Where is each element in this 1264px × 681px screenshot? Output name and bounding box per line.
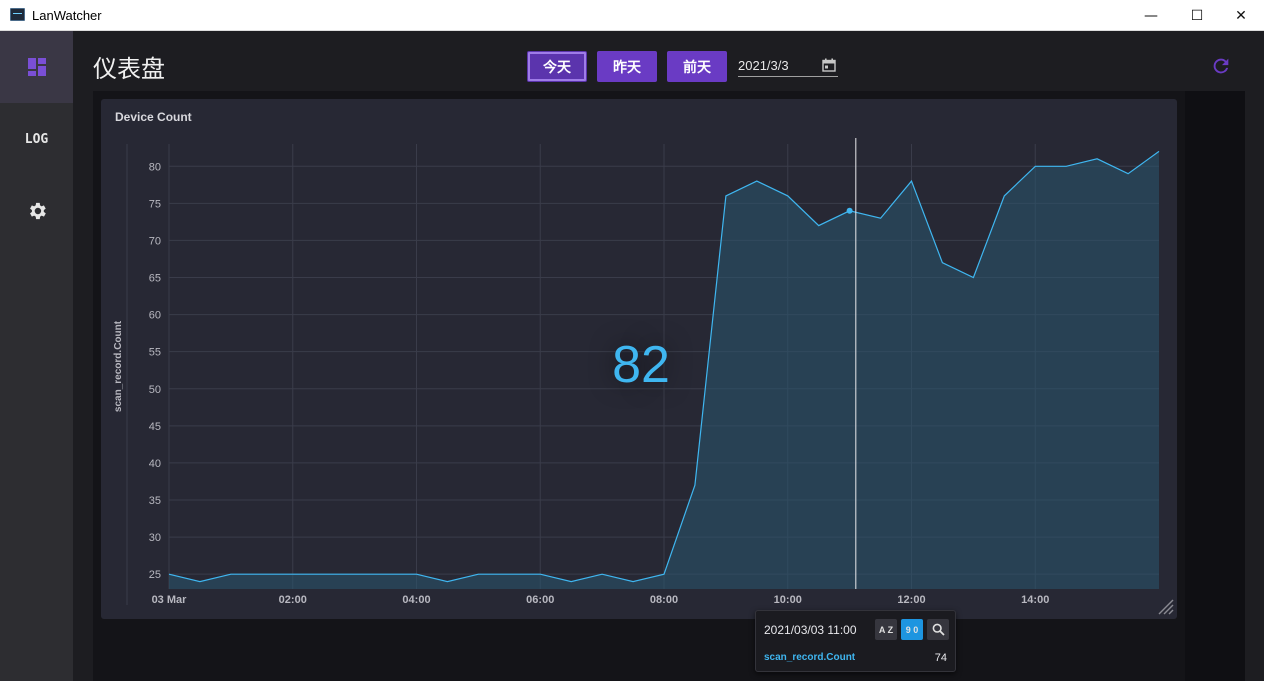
minimize-button[interactable]: — <box>1128 0 1174 31</box>
y-tick-label: 55 <box>149 347 161 359</box>
today-button[interactable]: 今天 <box>527 51 587 82</box>
sidebar-item-log-label: LOG <box>24 131 49 147</box>
y-tick-label: 50 <box>149 384 161 396</box>
x-tick-label: 04:00 <box>402 594 430 606</box>
maximize-button[interactable]: ☐ <box>1174 0 1220 31</box>
x-tick-label: 12:00 <box>897 594 925 606</box>
search-icon <box>932 623 945 636</box>
tooltip-series-value: 74 <box>934 652 947 664</box>
app-logo-icon <box>10 8 25 21</box>
dashboard-icon <box>27 58 46 76</box>
sort-az-label: A Z <box>878 624 894 635</box>
date-picker-field[interactable]: 2021/3/3 <box>738 51 838 77</box>
window-title: LanWatcher <box>32 8 102 23</box>
sort-az-button[interactable]: A Z <box>875 619 897 640</box>
x-tick-label: 06:00 <box>526 594 554 606</box>
calendar-icon[interactable] <box>822 58 836 72</box>
x-tick-label: 03 Mar <box>152 594 188 606</box>
page-title: 仪表盘 <box>93 55 165 83</box>
sidebar-item-dashboard[interactable] <box>0 31 73 103</box>
chart-tooltip: 2021/03/03 11:00 A Z 9 0 scan_record.Cou… <box>755 610 956 672</box>
y-tick-label: 65 <box>149 273 161 285</box>
highlight-point <box>846 207 853 214</box>
x-tick-label: 14:00 <box>1021 594 1049 606</box>
date-value: 2021/3/3 <box>738 58 789 73</box>
tooltip-series-name: scan_record.Count <box>764 652 856 663</box>
title-bar: LanWatcher — ☐ ✕ <box>0 0 1264 31</box>
y-tick-label: 35 <box>149 495 161 507</box>
sidebar-item-log[interactable]: LOG <box>0 103 73 175</box>
y-tick-label: 30 <box>149 532 161 544</box>
yesterday-button[interactable]: 昨天 <box>597 51 657 82</box>
y-tick-label: 70 <box>149 235 161 247</box>
y-tick-label: 25 <box>149 569 161 581</box>
day-before-yesterday-button[interactable]: 前天 <box>667 51 727 82</box>
sort-value-button[interactable]: 9 0 <box>901 619 923 640</box>
y-tick-label: 45 <box>149 421 161 433</box>
close-button[interactable]: ✕ <box>1218 0 1264 31</box>
y-axis-label: scan_record.Count <box>113 320 124 412</box>
sidebar-item-settings[interactable] <box>0 175 73 247</box>
sidebar: LOG <box>0 31 73 681</box>
dashboard-canvas-edge <box>1185 91 1245 681</box>
refresh-icon[interactable] <box>1210 55 1232 77</box>
y-tick-label: 80 <box>149 161 161 173</box>
y-tick-label: 75 <box>149 198 161 210</box>
x-tick-label: 02:00 <box>279 594 307 606</box>
tooltip-time: 2021/03/03 11:00 <box>764 623 857 637</box>
y-tick-label: 60 <box>149 310 161 322</box>
sort-value-label: 9 0 <box>905 624 919 635</box>
x-tick-label: 10:00 <box>774 594 802 606</box>
stat-value: 82 <box>612 336 670 394</box>
y-tick-label: 40 <box>149 458 161 470</box>
gear-icon <box>29 202 46 220</box>
tooltip-search-button[interactable] <box>927 619 949 640</box>
x-tick-label: 08:00 <box>650 594 678 606</box>
panel-resize-handle[interactable] <box>1155 596 1175 616</box>
